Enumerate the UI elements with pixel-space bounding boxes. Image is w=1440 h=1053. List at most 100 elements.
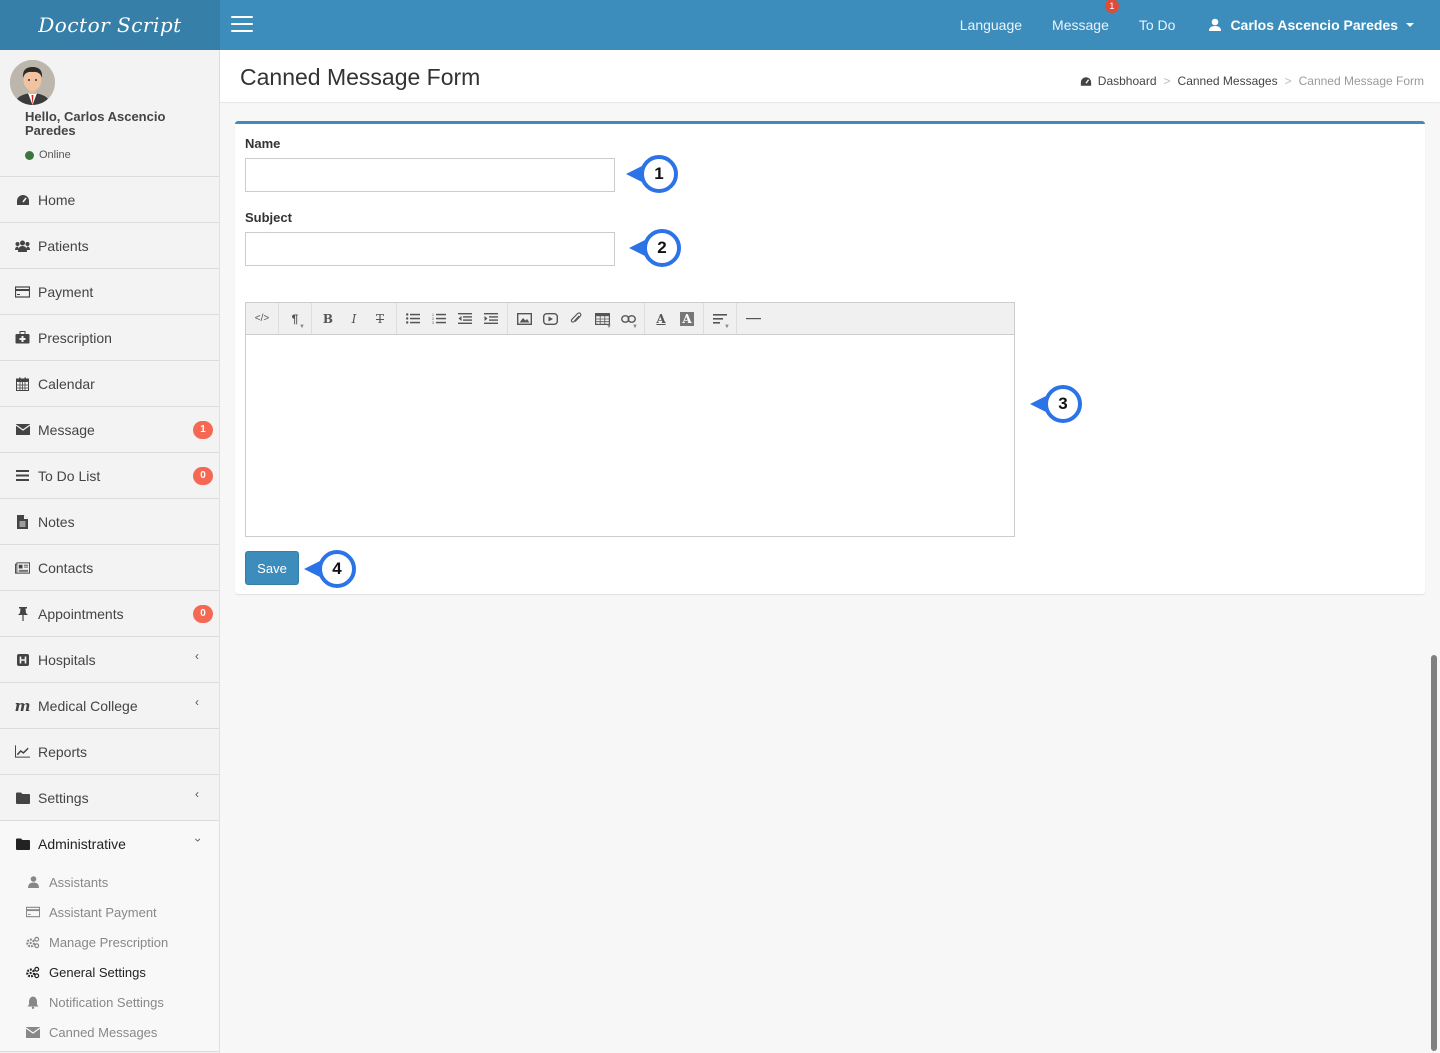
nav-message[interactable]: Message 1 bbox=[1037, 0, 1124, 33]
sidebar-item-label: To Do List bbox=[38, 467, 101, 484]
top-navbar: Doctor Script Language Message 1 To Do C… bbox=[0, 0, 1440, 50]
insert-image-button[interactable] bbox=[511, 306, 537, 332]
video-icon bbox=[542, 312, 558, 325]
editor-toolbar: </> ¶ ▼ B I T 123 ▼ ▼ A A ▼ bbox=[246, 303, 1014, 335]
subject-input[interactable] bbox=[245, 232, 615, 266]
image-icon bbox=[516, 312, 532, 325]
font-color-icon: A bbox=[656, 311, 666, 326]
sidebar-item-label: Prescription bbox=[38, 329, 112, 346]
hamburger-icon-bar bbox=[231, 23, 253, 25]
bold-button[interactable]: B bbox=[315, 306, 341, 332]
attach-file-button[interactable] bbox=[563, 306, 589, 332]
toolbar-group-list: 123 bbox=[397, 303, 508, 334]
nav-todo-label: To Do bbox=[1138, 17, 1176, 33]
horizontal-rule-icon bbox=[745, 317, 761, 319]
submenu-item-assistant-payment[interactable]: Assistant Payment bbox=[0, 897, 219, 927]
sidebar-item-settings[interactable]: Settings ‹ bbox=[0, 775, 219, 821]
nav-language-label: Language bbox=[959, 17, 1023, 33]
list-icon bbox=[15, 469, 30, 483]
cogs-icon bbox=[26, 966, 40, 979]
sidebar-item-label: Administrative bbox=[38, 836, 126, 852]
sidebar-toggle-button[interactable] bbox=[231, 16, 253, 34]
sidebar-item-medical-college[interactable]: m Medical College ‹ bbox=[0, 683, 219, 729]
submenu-item-manage-prescription[interactable]: Manage Prescription bbox=[0, 927, 219, 957]
link-icon bbox=[620, 314, 636, 323]
file-text-icon bbox=[15, 514, 30, 529]
name-input[interactable] bbox=[245, 158, 615, 192]
nav-language[interactable]: Language bbox=[945, 17, 1037, 33]
unordered-list-button[interactable] bbox=[400, 306, 426, 332]
sidebar-item-label: Calendar bbox=[38, 375, 95, 392]
page-title: Canned Message Form bbox=[240, 64, 481, 90]
sidebar-item-message[interactable]: Message 1 bbox=[0, 407, 219, 453]
nav-todo[interactable]: To Do bbox=[1124, 17, 1191, 33]
paperclip-icon bbox=[570, 312, 582, 323]
insert-video-button[interactable] bbox=[537, 306, 563, 332]
sidebar-item-appointments[interactable]: Appointments 0 bbox=[0, 591, 219, 637]
sidebar-item-label: Settings bbox=[38, 789, 89, 806]
breadcrumb-separator: > bbox=[1163, 74, 1171, 88]
italic-button[interactable]: I bbox=[341, 306, 367, 332]
submenu-item-general-settings[interactable]: General Settings bbox=[0, 957, 219, 987]
submenu-item-assistants[interactable]: Assistants bbox=[0, 867, 219, 897]
sidebar-item-contacts[interactable]: Contacts bbox=[0, 545, 219, 591]
strikethrough-button[interactable]: T bbox=[367, 306, 393, 332]
sidebar-item-payment[interactable]: Payment bbox=[0, 269, 219, 315]
sidebar-item-label: Contacts bbox=[38, 559, 94, 576]
user-menu-dropdown[interactable]: Carlos Ascencio Paredes bbox=[1190, 17, 1440, 33]
toolbar-group-insert: ▼ ▼ bbox=[508, 303, 645, 334]
sidebar-item-administrative[interactable]: Administrative ‹ bbox=[0, 821, 219, 867]
ordered-list-button[interactable]: 123 bbox=[426, 306, 452, 332]
canned-message-form: Name Subject </> ¶ ▼ B I T 123 ▼ ▼ A A ▼… bbox=[235, 121, 1425, 594]
sidebar-item-todo-list[interactable]: To Do List 0 bbox=[0, 453, 219, 499]
user-name: Carlos Ascencio Paredes bbox=[1230, 17, 1398, 33]
thumbtack-icon bbox=[15, 606, 30, 621]
horizontal-rule-button[interactable] bbox=[740, 306, 766, 332]
calendar-icon bbox=[15, 377, 30, 391]
dropdown-arrow-icon: ▼ bbox=[606, 323, 612, 330]
message-count-badge: 1 bbox=[1104, 0, 1119, 13]
breadcrumb-canned-messages-link[interactable]: Canned Messages bbox=[1178, 74, 1278, 88]
toolbar-group-view: </> bbox=[246, 303, 279, 334]
sidebar-item-home[interactable]: Home bbox=[0, 177, 219, 223]
insert-link-button[interactable]: ▼ bbox=[615, 306, 641, 332]
breadcrumb-dashboard-link[interactable]: Dasbhoard bbox=[1098, 74, 1157, 88]
save-button[interactable]: Save bbox=[245, 551, 299, 585]
folder-icon bbox=[15, 791, 30, 805]
message-body-editor[interactable] bbox=[246, 335, 1014, 536]
envelope-icon bbox=[26, 1026, 40, 1039]
font-color-button[interactable]: A bbox=[648, 306, 674, 332]
background-color-button[interactable]: A bbox=[674, 306, 700, 332]
sidebar-item-notes[interactable]: Notes bbox=[0, 499, 219, 545]
code-icon: </> bbox=[254, 313, 270, 324]
credit-card-icon bbox=[15, 285, 30, 299]
sidebar-item-prescription[interactable]: Prescription bbox=[0, 315, 219, 361]
callout-marker: 1 bbox=[626, 155, 678, 199]
sidebar-item-label: Appointments bbox=[38, 605, 124, 622]
hamburger-icon bbox=[231, 16, 253, 18]
avatar-image bbox=[10, 60, 55, 105]
sidebar-item-calendar[interactable]: Calendar bbox=[0, 361, 219, 407]
user-panel: Hello, Carlos Ascencio Paredes Online bbox=[0, 50, 219, 177]
paragraph-style-button[interactable]: ¶ ▼ bbox=[282, 306, 308, 332]
align-button[interactable]: ▼ bbox=[707, 306, 733, 332]
sidebar-item-patients[interactable]: Patients bbox=[0, 223, 219, 269]
bold-icon: B bbox=[322, 311, 334, 326]
page-scrollbar[interactable] bbox=[1431, 655, 1437, 1051]
indent-button[interactable] bbox=[478, 306, 504, 332]
submenu-item-notification-settings[interactable]: Notification Settings bbox=[0, 987, 219, 1017]
insert-table-button[interactable]: ▼ bbox=[589, 306, 615, 332]
paragraph-icon: ¶ bbox=[291, 311, 299, 326]
envelope-icon bbox=[15, 423, 30, 437]
outdent-button[interactable] bbox=[452, 306, 478, 332]
line-chart-icon bbox=[15, 745, 30, 759]
submenu-item-canned-messages[interactable]: Canned Messages bbox=[0, 1017, 219, 1047]
submenu-item-label: Notification Settings bbox=[49, 994, 164, 1010]
code-view-button[interactable]: </> bbox=[249, 306, 275, 332]
sidebar-item-hospitals[interactable]: Hospitals ‹ bbox=[0, 637, 219, 683]
dropdown-arrow-icon: ▼ bbox=[724, 323, 730, 330]
sidebar-item-reports[interactable]: Reports bbox=[0, 729, 219, 775]
callout-marker: 3 bbox=[1030, 385, 1082, 429]
brand-logo[interactable]: Doctor Script bbox=[0, 0, 220, 50]
bell-icon bbox=[26, 996, 40, 1009]
